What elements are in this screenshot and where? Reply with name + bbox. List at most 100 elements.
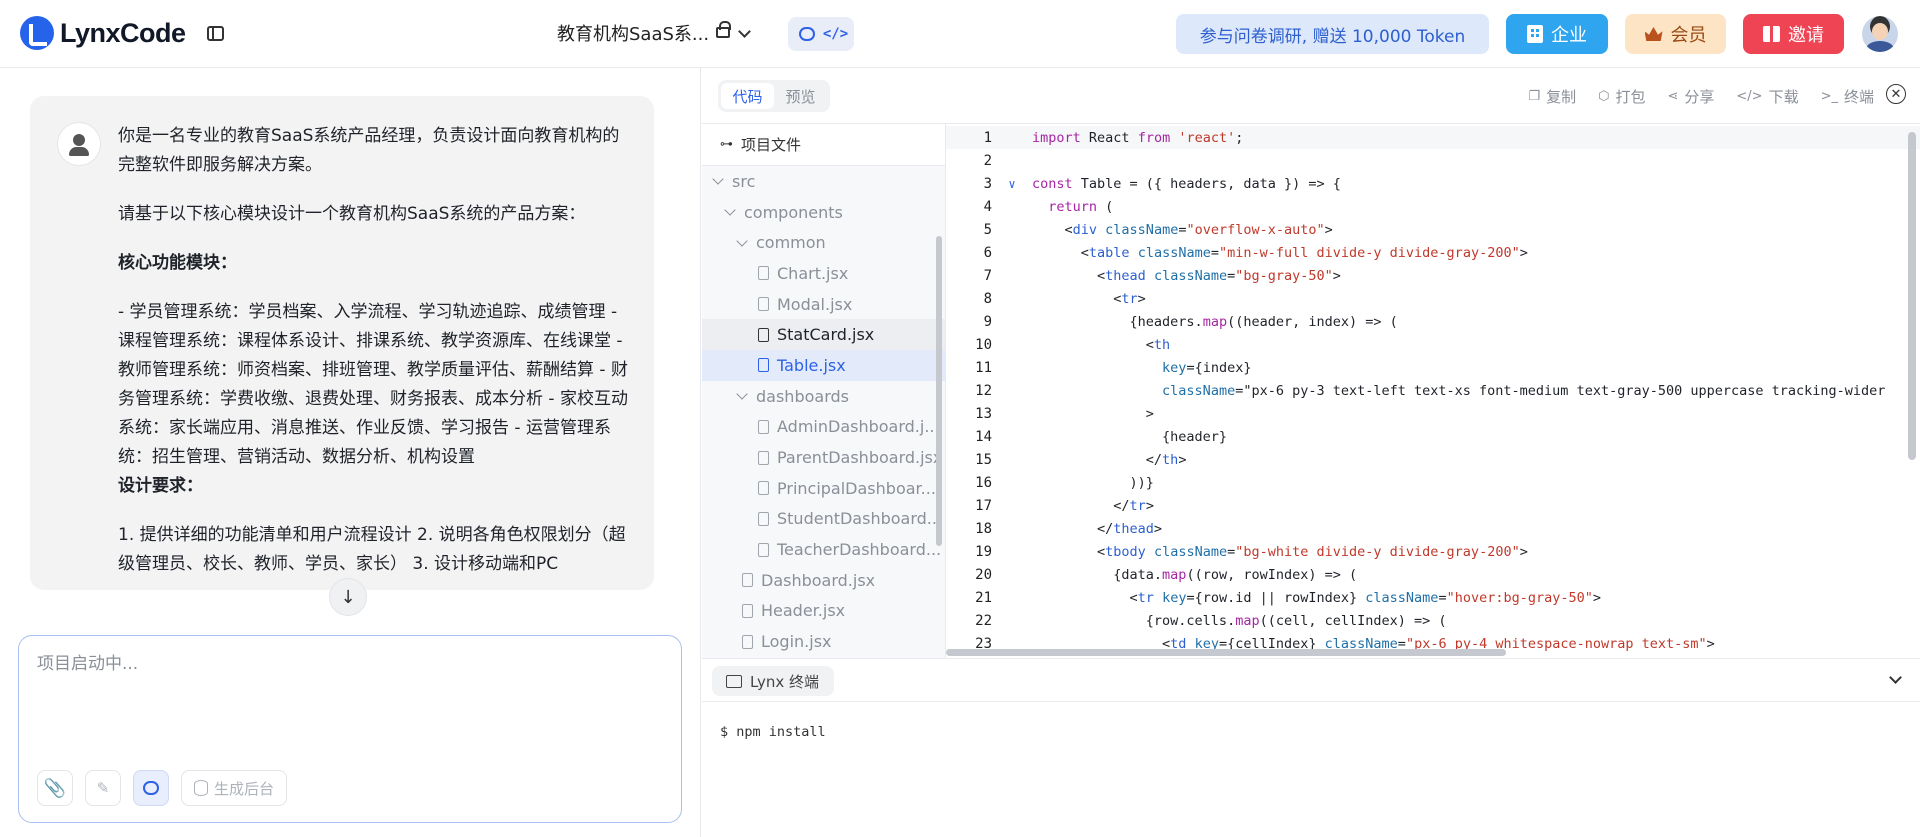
tree-file[interactable]: Login.jsx — [702, 626, 945, 657]
scroll-down-arrow-icon[interactable]: ↓ — [329, 578, 367, 616]
code-text: </th> — [1032, 451, 1187, 468]
message-paragraph: 请基于以下核心模块设计一个教育机构SaaS系统的产品方案： — [118, 204, 586, 224]
chat-bubble-icon — [143, 781, 159, 795]
terminal-label: 终端 — [1843, 88, 1874, 106]
code-text: key={index} — [1162, 359, 1252, 376]
chat-bubble-icon — [798, 27, 815, 41]
terminal-prompt-icon: >_ — [1820, 89, 1838, 104]
tree-item-label: AdminDashboard.j... — [777, 417, 940, 437]
terminal-bar: Lynx 终端 — [702, 658, 1920, 702]
tree-file[interactable]: TeacherDashboard... — [702, 534, 945, 565]
code-editor[interactable]: 1 import React from 'react'; 2 3 ∨ const Tabl… — [946, 123, 1920, 658]
close-icon[interactable]: ✕ — [1886, 84, 1906, 104]
fold-chevron-icon[interactable]: ∨ — [992, 177, 1032, 191]
tree-folder[interactable]: dashboards — [702, 381, 945, 412]
chat-mode-toggle[interactable] — [133, 770, 169, 806]
code-text: <tbody className="bg-white divide-y divi… — [1032, 543, 1528, 560]
chevron-down-icon — [724, 204, 736, 216]
code-text: <thead className="bg-gray-50"> — [1032, 267, 1341, 284]
tree-item-label: ParentDashboard.jsx — [777, 448, 943, 468]
code-actions: ❐ 复制 ⬡ 打包 ⋖ 分享 </> 下载 >_ 终端 — [1528, 86, 1874, 107]
code-icon: </> — [822, 26, 849, 42]
member-button[interactable]: 会员 — [1625, 14, 1726, 54]
editor-vertical-scrollbar[interactable] — [1908, 132, 1916, 460]
tab-preview[interactable]: 预览 — [774, 83, 827, 109]
enhance-prompt-button[interactable]: ✎ — [85, 770, 121, 806]
view-tabs: 代码 预览 — [718, 80, 830, 112]
share-label: 分享 — [1684, 88, 1715, 106]
enterprise-button[interactable]: 企业 — [1506, 14, 1608, 54]
sidebar-toggle-icon[interactable] — [207, 26, 224, 41]
tree-file[interactable]: PrincipalDashboar... — [702, 473, 945, 504]
file-tree-title: 项目文件 — [741, 136, 802, 154]
line-number: 2 — [983, 152, 992, 169]
tree-file[interactable]: StudentDashboard... — [702, 504, 945, 535]
terminal-tab[interactable]: Lynx 终端 — [712, 666, 834, 696]
package-button[interactable]: ⬡ 打包 — [1598, 86, 1645, 107]
tree-item-label: Chart.jsx — [777, 263, 849, 283]
line-number: 1 — [983, 129, 992, 146]
code-line: 22 {row.cells.map((cell, cellIndex) => ( — [946, 609, 1920, 632]
copy-button[interactable]: ❐ 复制 — [1528, 86, 1576, 107]
file-icon — [758, 419, 769, 434]
logo[interactable]: LynxCode — [20, 16, 186, 50]
terminal-button[interactable]: >_ 终端 — [1821, 86, 1874, 107]
file-icon — [758, 358, 769, 373]
invite-label: 邀请 — [1788, 25, 1824, 46]
magic-wand-icon: ✎ — [96, 779, 110, 797]
line-number: 17 — [975, 497, 992, 514]
line-number: 7 — [983, 267, 992, 284]
editor-horizontal-scrollbar[interactable] — [946, 649, 1506, 656]
copy-label: 复制 — [1546, 88, 1577, 106]
code-text: > — [1032, 405, 1154, 422]
share-button[interactable]: ⋖ 分享 — [1667, 86, 1714, 107]
prompt-input[interactable] — [37, 654, 657, 674]
terminal-output: $ npm install — [720, 724, 826, 740]
tree-file[interactable]: ParentDashboard.jsx — [702, 442, 945, 473]
file-icon — [742, 573, 753, 588]
chevron-down-icon[interactable] — [738, 25, 751, 38]
download-button[interactable]: </> 下载 — [1736, 86, 1798, 107]
line-number: 18 — [975, 520, 992, 537]
chevron-down-icon[interactable] — [1889, 671, 1902, 684]
tree-file[interactable]: AdminDashboard.j... — [702, 412, 945, 443]
tree-file[interactable]: Header.jsx — [702, 596, 945, 627]
tree-folder[interactable]: src — [702, 166, 945, 197]
invite-button[interactable]: 邀请 — [1743, 14, 1844, 54]
tree-item-label: Login.jsx — [761, 632, 832, 652]
tree-file[interactable]: Dashboard.jsx — [702, 565, 945, 596]
tree-item-label: StudentDashboard... — [777, 509, 943, 529]
user-avatar[interactable] — [1862, 16, 1898, 52]
code-text: <th — [1032, 336, 1171, 353]
tab-code[interactable]: 代码 — [721, 83, 774, 109]
code-line: 18 </thead> — [946, 517, 1920, 540]
file-tree-scrollbar[interactable] — [936, 236, 942, 546]
message-heading: 设计要求： — [118, 472, 628, 501]
attach-button[interactable]: 📎 — [37, 770, 73, 806]
line-number: 19 — [975, 543, 992, 560]
tree-folder[interactable]: common — [702, 227, 945, 258]
lynxcode-logo-icon — [20, 16, 54, 50]
line-number: 5 — [983, 221, 992, 238]
line-number: 20 — [975, 566, 992, 583]
tree-file[interactable]: StatCard.jsx — [702, 319, 945, 351]
code-mode-button[interactable]: </> — [823, 21, 849, 47]
tree-folder[interactable]: components — [702, 197, 945, 228]
message-heading: 核心功能模块： — [118, 249, 628, 278]
tree-file[interactable]: Modal.jsx — [702, 289, 945, 320]
tree-file[interactable]: Chart.jsx — [702, 258, 945, 289]
member-label: 会员 — [1670, 25, 1707, 46]
file-icon — [758, 266, 769, 281]
survey-banner[interactable]: 参与问卷调研, 赠送 10,000 Token — [1176, 14, 1489, 54]
code-text: className="px-6 py-3 text-left text-xs f… — [1162, 382, 1886, 399]
lock-icon[interactable] — [716, 21, 731, 38]
line-number: 22 — [975, 612, 992, 629]
generate-backend-button[interactable]: 生成后台 — [181, 770, 287, 806]
message-paragraph: - 学员管理系统：学员档案、入学流程、学习轨迹追踪、成绩管理 - 课程管理系统：… — [118, 302, 628, 467]
project-title[interactable]: 教育机构SaaS系... — [557, 20, 709, 46]
tree-file[interactable]: Table.jsx — [702, 350, 945, 381]
line-number: 15 — [975, 451, 992, 468]
file-tree-icon: ⊶ — [720, 137, 733, 152]
line-number: 3 — [983, 175, 992, 192]
chat-mode-button[interactable] — [794, 21, 820, 47]
